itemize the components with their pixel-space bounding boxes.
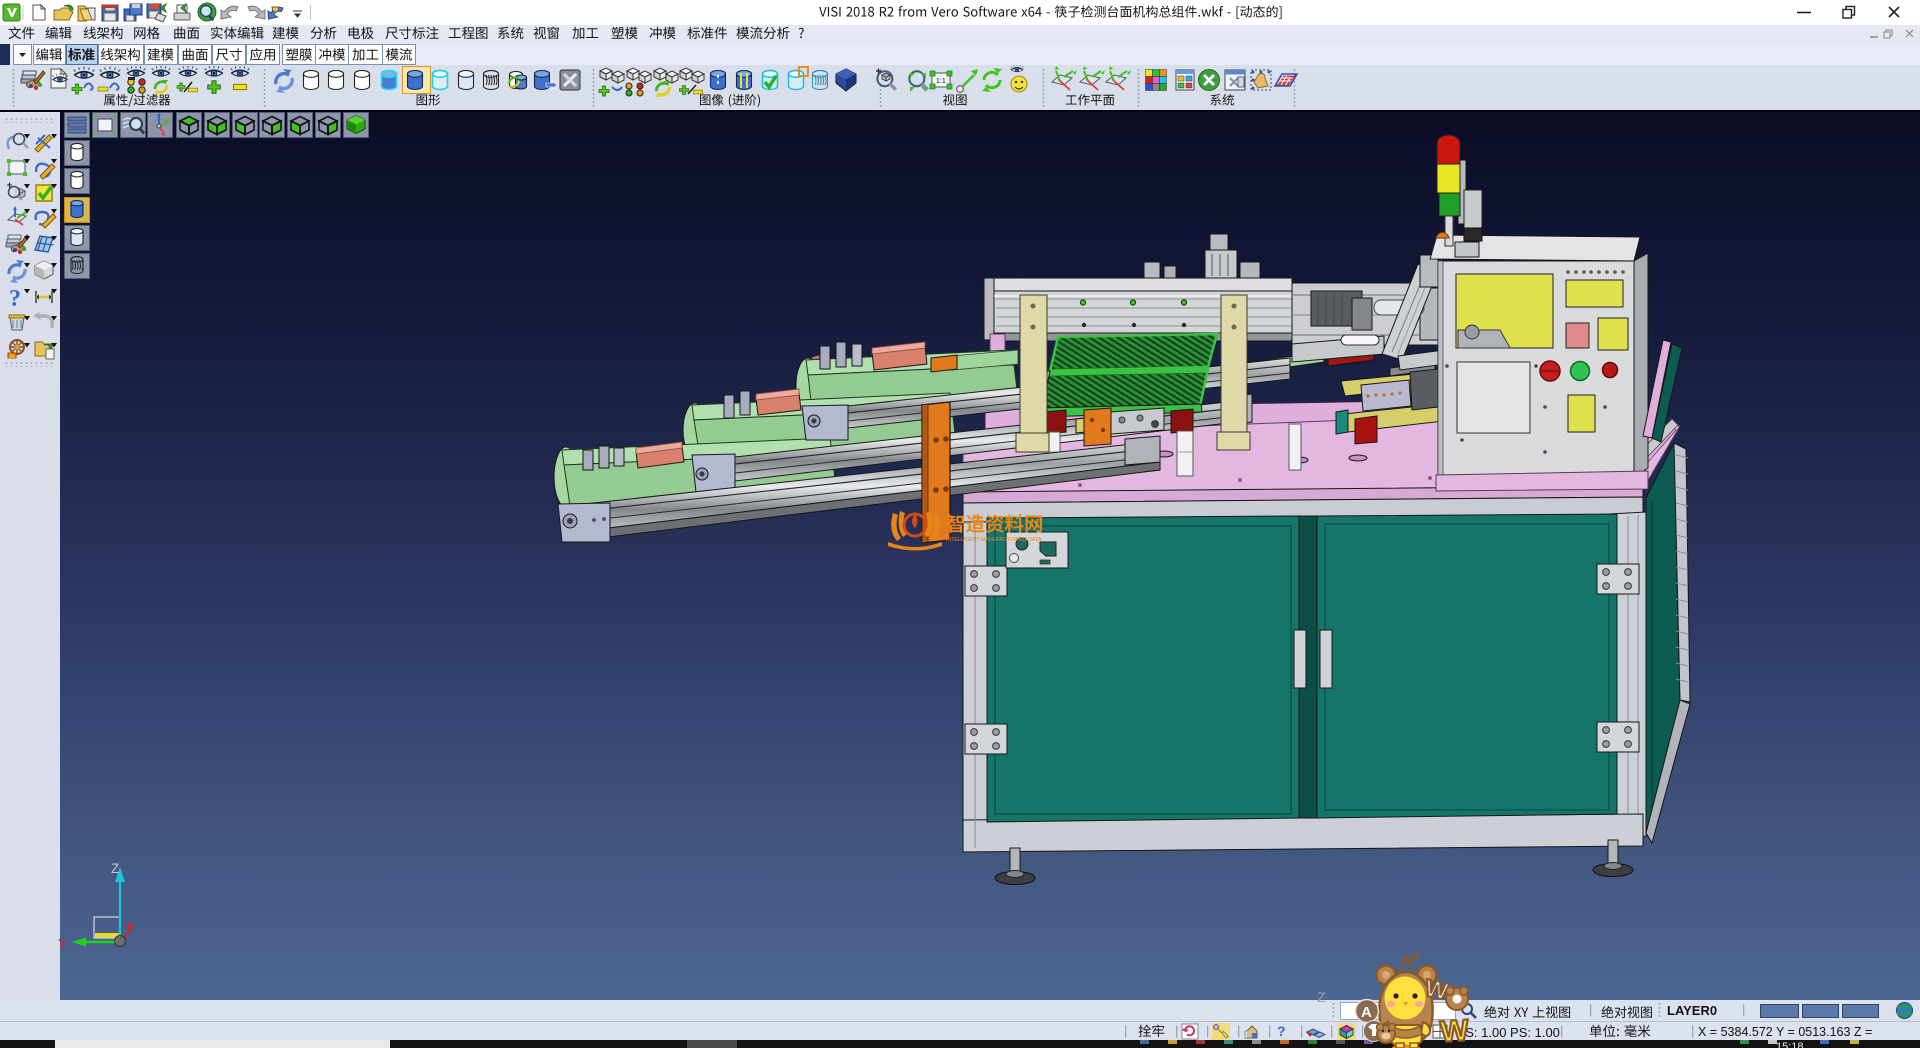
svg-text:?: ?	[9, 286, 21, 312]
svg-text:1:1: 1:1	[936, 78, 946, 85]
